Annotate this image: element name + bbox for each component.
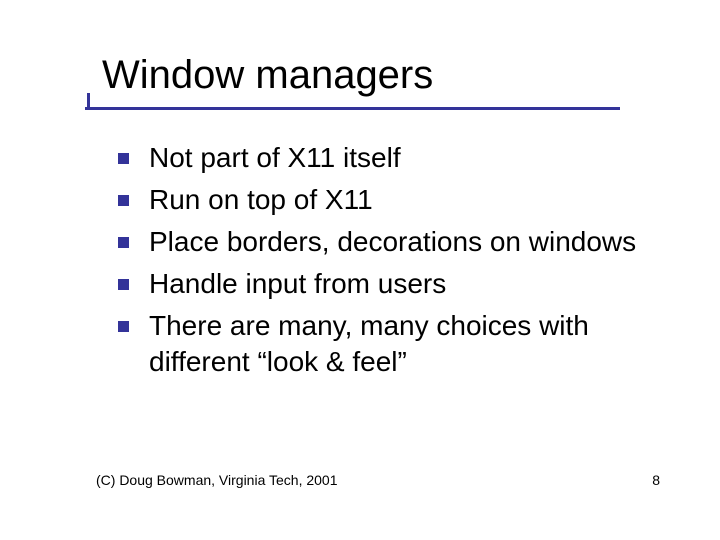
slide-title: Window managers bbox=[102, 54, 433, 96]
list-item: Place borders, decorations on windows bbox=[118, 224, 665, 260]
bullet-text: Place borders, decorations on windows bbox=[149, 224, 636, 260]
slide: Window managers Not part of X11 itself R… bbox=[0, 0, 720, 540]
title-decoration-underline bbox=[85, 107, 620, 110]
bullet-text: Handle input from users bbox=[149, 266, 446, 302]
list-item: Run on top of X11 bbox=[118, 182, 665, 218]
title-wrap: Window managers bbox=[102, 54, 433, 96]
square-bullet-icon bbox=[118, 195, 129, 206]
square-bullet-icon bbox=[118, 237, 129, 248]
footer-page-number: 8 bbox=[652, 472, 660, 488]
list-item: Not part of X11 itself bbox=[118, 140, 665, 176]
list-item: There are many, many choices with differ… bbox=[118, 308, 665, 380]
bullet-text: There are many, many choices with differ… bbox=[149, 308, 665, 380]
bullet-text: Run on top of X11 bbox=[149, 182, 373, 218]
title-decoration-tick bbox=[87, 93, 90, 107]
square-bullet-icon bbox=[118, 279, 129, 290]
square-bullet-icon bbox=[118, 153, 129, 164]
bullet-text: Not part of X11 itself bbox=[149, 140, 401, 176]
footer-copyright: (C) Doug Bowman, Virginia Tech, 2001 bbox=[96, 472, 338, 488]
slide-body: Not part of X11 itself Run on top of X11… bbox=[118, 140, 665, 386]
list-item: Handle input from users bbox=[118, 266, 665, 302]
square-bullet-icon bbox=[118, 321, 129, 332]
